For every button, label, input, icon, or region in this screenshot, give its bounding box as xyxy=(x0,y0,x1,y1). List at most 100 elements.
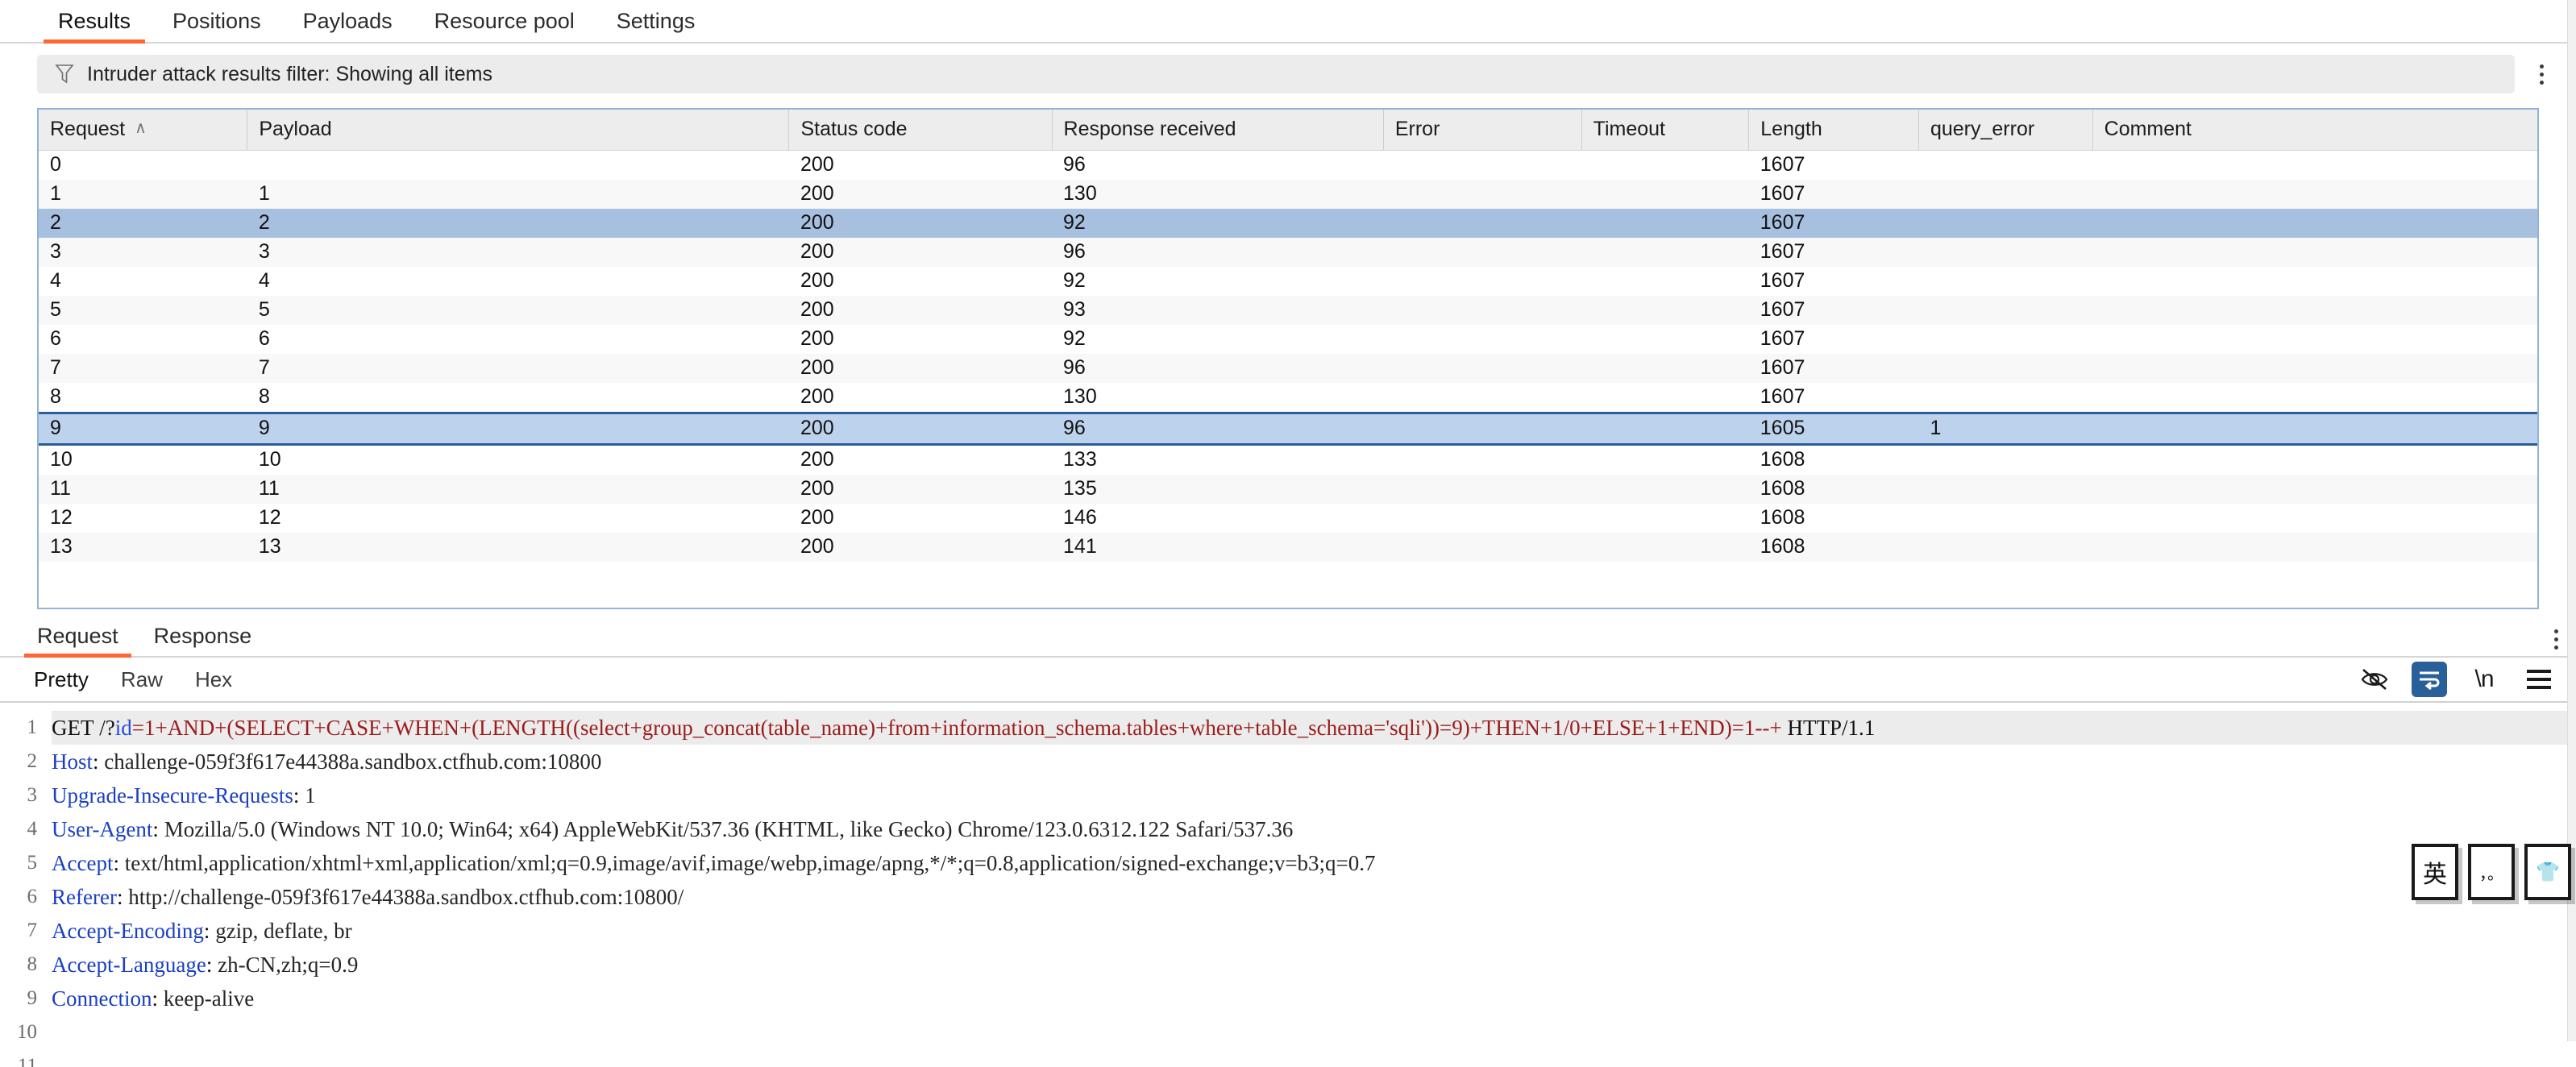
tab-resource-pool-label: Resource pool xyxy=(434,9,575,33)
attack-results-table-container[interactable]: Request ∧ Payload Status code Response r… xyxy=(37,108,2539,609)
cell-request: 11 xyxy=(39,474,247,504)
cell-request: 7 xyxy=(39,353,247,383)
cell-comment xyxy=(2092,150,2537,180)
request-code-area[interactable]: GET /?id=1+AND+(SELECT+CASE+WHEN+(LENGTH… xyxy=(47,703,2576,1067)
word-wrap-icon[interactable] xyxy=(2412,662,2447,697)
column-header-error[interactable]: Error xyxy=(1383,110,1582,151)
cell-query-error xyxy=(1918,353,2093,383)
table-row[interactable]: 1 1 200 130 1607 xyxy=(39,179,2537,209)
request-path-prefix: /? xyxy=(99,716,115,740)
header-name: User-Agent xyxy=(52,817,153,841)
header-name: Upgrade-Insecure-Requests xyxy=(52,783,293,808)
table-row[interactable]: 5 5 200 93 1607 xyxy=(39,295,2537,325)
cell-request: 5 xyxy=(39,295,247,325)
table-row[interactable]: 7 7 200 96 1607 xyxy=(39,353,2537,383)
message-kebab-menu-icon[interactable] xyxy=(2554,629,2558,650)
view-tab-hex[interactable]: Hex xyxy=(179,669,248,690)
tab-payloads[interactable]: Payloads xyxy=(282,10,413,42)
http-protocol: HTTP/1.1 xyxy=(1787,716,1876,740)
cell-error xyxy=(1383,382,1582,413)
column-header-response-received[interactable]: Response received xyxy=(1052,110,1384,151)
request-header-line: Referer: http://challenge-059f3f617e4438… xyxy=(52,880,2576,914)
header-name: Referer xyxy=(52,885,117,909)
horizontal-splitter[interactable] xyxy=(0,609,2576,616)
tab-settings[interactable]: Settings xyxy=(596,10,717,42)
ime-skin-key[interactable]: 👕 xyxy=(2524,844,2571,900)
eye-off-icon[interactable] xyxy=(2357,662,2392,697)
header-name: Accept-Encoding xyxy=(52,919,204,943)
line-number: 1 xyxy=(27,716,38,738)
tab-resource-pool[interactable]: Resource pool xyxy=(413,10,596,42)
cell-comment xyxy=(2092,237,2537,267)
tab-request[interactable]: Request xyxy=(19,624,136,658)
request-header-line: Accept-Encoding: gzip, deflate, br xyxy=(52,914,2576,948)
cell-request: 3 xyxy=(39,237,247,267)
request-line-10 xyxy=(52,1015,2576,1049)
newline-glyph: \n xyxy=(2474,666,2494,692)
cell-error xyxy=(1383,266,1582,296)
view-tab-pretty[interactable]: Pretty xyxy=(18,669,105,690)
newline-icon[interactable]: \n xyxy=(2466,662,2502,697)
column-header-timeout[interactable]: Timeout xyxy=(1581,110,1750,151)
cell-timeout xyxy=(1581,532,1749,562)
column-header-payload[interactable]: Payload xyxy=(247,110,790,151)
column-header-query-error[interactable]: query_error xyxy=(1918,110,2093,151)
cell-comment xyxy=(2092,295,2537,325)
cell-status: 200 xyxy=(788,532,1053,562)
column-header-request[interactable]: Request ∧ xyxy=(39,110,248,151)
table-row[interactable]: 8 8 200 130 1607 xyxy=(39,382,2537,413)
cell-payload: 2 xyxy=(247,208,789,238)
cell-error xyxy=(1383,532,1582,562)
column-header-response-received-label: Response received xyxy=(1063,118,1236,141)
ime-floating-toolbar: 英 ，。 👕 xyxy=(2412,844,2571,900)
cell-response: 146 xyxy=(1052,503,1384,533)
column-header-comment[interactable]: Comment xyxy=(2092,110,2537,151)
view-tab-hex-label: Hex xyxy=(194,667,233,691)
request-header-line: Host: challenge-059f3f617e44388a.sandbox… xyxy=(52,745,2576,778)
request-header-line: Accept: text/html,application/xhtml+xml,… xyxy=(52,846,2576,880)
tab-response[interactable]: Response xyxy=(136,625,270,656)
cell-error xyxy=(1383,179,1582,209)
table-row[interactable]: 11 11 200 135 1608 xyxy=(39,474,2537,504)
cell-response: 130 xyxy=(1052,179,1384,209)
http-method: GET xyxy=(52,716,94,740)
cell-error xyxy=(1383,353,1582,383)
results-filter-bar[interactable]: Intruder attack results filter: Showing … xyxy=(37,55,2515,93)
tab-response-label: Response xyxy=(153,624,252,648)
column-header-length[interactable]: Length xyxy=(1748,110,1919,151)
table-row[interactable]: 3 3 200 96 1607 xyxy=(39,237,2537,267)
table-row[interactable]: 12 12 200 146 1608 xyxy=(39,503,2537,533)
table-row[interactable]: 9 9 200 96 1605 1 xyxy=(39,411,2537,446)
cell-length: 1607 xyxy=(1748,150,1919,180)
cell-response: 133 xyxy=(1052,444,1384,475)
table-row[interactable]: 13 13 200 141 1608 xyxy=(39,532,2537,562)
ime-punctuation-key[interactable]: ，。 xyxy=(2468,844,2515,900)
table-row[interactable]: 0 200 96 1607 xyxy=(39,150,2537,180)
view-tab-raw-label: Raw xyxy=(120,667,163,691)
column-header-status-code[interactable]: Status code xyxy=(788,110,1053,151)
tab-request-label: Request xyxy=(37,624,118,648)
header-value: gzip, deflate, br xyxy=(215,919,352,943)
cell-payload: 5 xyxy=(247,295,789,325)
hamburger-menu-icon[interactable] xyxy=(2521,662,2557,697)
table-row[interactable]: 2 2 200 92 1607 xyxy=(39,208,2537,238)
tab-positions[interactable]: Positions xyxy=(152,10,282,42)
request-editor[interactable]: 1 2 3 4 5 6 7 8 9 10 11 GET /?id=1+AND+(SELECT+CAS… xyxy=(0,703,2576,1067)
cell-length: 1607 xyxy=(1748,237,1919,267)
request-line-1: GET /?id=1+AND+(SELECT+CASE+WHEN+(LENGTH… xyxy=(52,711,2576,745)
table-row[interactable]: 6 6 200 92 1607 xyxy=(39,324,2537,354)
tab-results[interactable]: Results xyxy=(37,10,152,44)
header-colon: : xyxy=(152,986,164,1011)
intruder-top-tabbar: Results Positions Payloads Resource pool… xyxy=(0,0,2576,44)
line-number: 6 xyxy=(27,886,38,907)
table-row[interactable]: 4 4 200 92 1607 xyxy=(39,266,2537,296)
cell-length: 1607 xyxy=(1748,266,1919,296)
kebab-menu-icon[interactable] xyxy=(2523,55,2560,93)
ime-language-key[interactable]: 英 xyxy=(2412,844,2458,900)
view-tab-raw[interactable]: Raw xyxy=(105,669,179,690)
cell-payload: 1 xyxy=(247,179,789,209)
table-row[interactable]: 10 10 200 133 1608 xyxy=(39,444,2537,475)
cell-payload: 11 xyxy=(247,474,789,504)
cell-query-error xyxy=(1918,179,2093,209)
cell-status: 200 xyxy=(788,150,1053,180)
